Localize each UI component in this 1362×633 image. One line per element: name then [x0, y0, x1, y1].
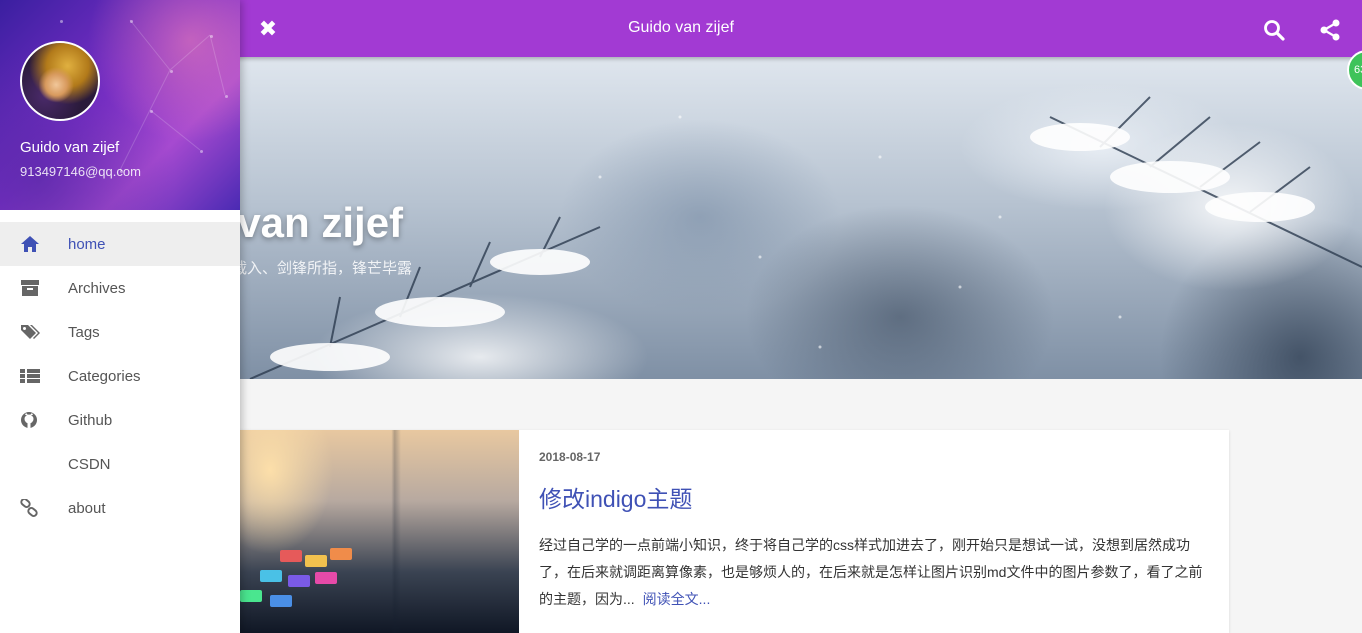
link-icon [20, 499, 38, 517]
home-icon [21, 236, 39, 252]
search-icon [1264, 20, 1285, 41]
nav-label: about [68, 500, 106, 517]
nav-item-csdn[interactable]: CSDN [0, 442, 240, 486]
hero-subtitle: 载入、剑锋所指，锋芒毕露 [232, 260, 413, 277]
nav-label: Categories [68, 368, 141, 385]
tags-icon [21, 325, 40, 339]
share-button[interactable] [1318, 18, 1342, 42]
nav-item-tags[interactable]: Tags [0, 310, 240, 354]
nav-item-github[interactable]: Github [0, 398, 240, 442]
avatar[interactable] [20, 41, 100, 121]
nav-label: CSDN [68, 456, 111, 473]
nav-label: Tags [68, 324, 100, 341]
nav-label: home [68, 236, 106, 253]
post-title-link[interactable]: 修改indigo主题 [539, 480, 1209, 514]
navigation-drawer: Guido van zijef 913497146@qq.com home Ar… [0, 0, 240, 633]
read-more-link[interactable]: 阅读全文... [643, 591, 711, 607]
drawer-user-name: Guido van zijef [20, 139, 120, 156]
nav-item-categories[interactable]: Categories [0, 354, 240, 398]
post-body: 2018-08-17 修改indigo主题 经过自己学的一点前端小知识，终于将自… [539, 430, 1209, 613]
drawer-user-email: 913497146@qq.com [20, 164, 141, 179]
nav-label: Github [68, 412, 113, 429]
nav-label: Archives [68, 280, 126, 297]
drawer-header: Guido van zijef 913497146@qq.com [0, 0, 240, 210]
search-button[interactable] [1262, 18, 1286, 42]
archive-icon [21, 280, 39, 296]
nav-item-about[interactable]: about [0, 486, 240, 530]
post-excerpt: 经过自己学的一点前端小知识，终于将自己学的css样式加进去了，刚开始只是想试一试… [539, 532, 1209, 613]
share-icon [1320, 19, 1340, 41]
drawer-nav: home Archives Tags Categories Github CSD… [0, 222, 240, 530]
post-excerpt-text: 经过自己学的一点前端小知识，终于将自己学的css样式加进去了，刚开始只是想试一试… [539, 537, 1203, 607]
github-icon [21, 412, 37, 428]
nav-item-archives[interactable]: Archives [0, 266, 240, 310]
post-thumbnail[interactable] [200, 430, 519, 633]
post-date: 2018-08-17 [539, 450, 601, 464]
nav-item-home[interactable]: home [0, 222, 240, 266]
post-card: 2018-08-17 修改indigo主题 经过自己学的一点前端小知识，终于将自… [200, 430, 1229, 633]
list-icon [20, 369, 40, 383]
